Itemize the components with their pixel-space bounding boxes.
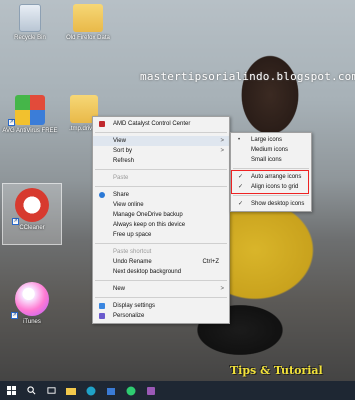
menu-item-manage-onedrive[interactable]: Manage OneDrive backup [93, 210, 229, 220]
submenu-item-medium-icons[interactable]: Medium icons [231, 145, 311, 155]
taskbar-whatsapp[interactable] [123, 381, 139, 400]
menu-item-new[interactable]: New > [93, 284, 229, 294]
menu-item-label: Small icons [251, 157, 282, 163]
ccleaner-icon [15, 188, 49, 222]
display-icon [99, 303, 105, 309]
menu-item-label: New [113, 286, 126, 292]
file-explorer-icon [66, 387, 76, 395]
recycle-bin-icon [19, 4, 41, 32]
tips-tutorial-logo: Tips & Tutorial [230, 364, 323, 377]
menu-separator [95, 186, 227, 187]
menu-item-share[interactable]: Share [93, 190, 229, 200]
menu-item-label: Paste [113, 175, 129, 181]
store-icon [107, 387, 115, 395]
menu-item-label: Undo Rename [113, 259, 152, 265]
desktop-icon-itunes[interactable]: ↗ iTunes [2, 282, 62, 325]
menu-item-sort-by[interactable]: Sort by > [93, 146, 229, 156]
edge-icon [86, 386, 96, 395]
menu-item-label: View online [113, 202, 144, 208]
taskbar-store[interactable] [103, 381, 119, 400]
watermark-text: mastertipsorialindo.blogspot.com [140, 70, 355, 83]
menu-item-label: Show desktop icons [251, 201, 305, 207]
menu-item-label: Always keep on this device [113, 222, 186, 228]
menu-separator [95, 280, 227, 281]
menu-item-view[interactable]: View > [93, 136, 229, 146]
menu-separator [233, 195, 309, 196]
menu-item-label: Personalize [113, 313, 145, 319]
taskbar-edge[interactable] [83, 381, 99, 400]
menu-item-label: Manage OneDrive backup [113, 212, 183, 218]
windows-icon [6, 386, 16, 395]
menu-item-undo-rename[interactable]: Undo Rename Ctrl+Z [93, 257, 229, 267]
submenu-item-large-icons[interactable]: • Large icons [231, 135, 311, 145]
task-view-button[interactable] [43, 381, 59, 400]
menu-item-label: Sort by [113, 148, 133, 154]
search-button[interactable] [23, 381, 39, 400]
menu-separator [95, 169, 227, 170]
folder-icon [73, 4, 103, 32]
menu-item-paste[interactable]: Paste [93, 173, 229, 183]
desktop-icon-label: Old Firefox Data [66, 35, 110, 41]
menu-separator [95, 297, 227, 298]
amd-icon [99, 121, 105, 127]
personalize-icon [99, 313, 105, 319]
chevron-right-icon: > [220, 286, 224, 292]
itunes-icon [15, 282, 49, 316]
submenu-item-show-desktop-icons[interactable]: ✓ Show desktop icons [231, 199, 311, 209]
desktop-icon-label: AVG AntiVirus FREE [2, 128, 58, 134]
desktop-icon-label: Recycle Bin [14, 35, 46, 41]
desktop-icon-label: iTunes [23, 319, 41, 325]
share-icon [99, 192, 105, 198]
desktop-icon-old-firefox-data[interactable]: Old Firefox Data [58, 4, 118, 41]
menu-item-shortcut: Ctrl+Z [202, 259, 220, 265]
menu-item-free-up-space[interactable]: Free up space [93, 230, 229, 240]
menu-separator [233, 168, 309, 169]
menu-item-refresh[interactable]: Refresh [93, 156, 229, 166]
submenu-item-small-icons[interactable]: Small icons [231, 155, 311, 165]
menu-item-label: Free up space [113, 232, 152, 238]
taskbar-explorer[interactable] [63, 381, 79, 400]
app-icon [147, 386, 155, 395]
menu-item-next-background[interactable]: Next desktop background [93, 267, 229, 277]
menu-item-label: Share [113, 192, 130, 198]
menu-item-label: AMD Catalyst Control Center [113, 121, 191, 127]
task-view-icon [46, 387, 56, 394]
whatsapp-icon [126, 386, 136, 395]
avg-antivirus-icon [15, 95, 45, 125]
menu-item-label: Refresh [113, 158, 135, 164]
highlight-box [231, 170, 309, 194]
menu-item-display-settings[interactable]: Display settings [93, 301, 229, 311]
menu-separator [95, 132, 227, 133]
taskbar-app[interactable] [143, 381, 159, 400]
menu-separator [95, 243, 227, 244]
menu-item-label: Medium icons [251, 147, 289, 153]
menu-item-amd-catalyst[interactable]: AMD Catalyst Control Center [93, 119, 229, 129]
menu-item-label: Next desktop background [113, 269, 182, 275]
menu-item-label: Paste shortcut [113, 249, 152, 255]
radio-dot-icon: • [238, 137, 241, 143]
shortcut-arrow-icon: ↗ [12, 218, 19, 225]
menu-item-label: Large icons [251, 137, 283, 143]
menu-item-always-keep[interactable]: Always keep on this device [93, 220, 229, 230]
shortcut-arrow-icon: ↗ [11, 312, 18, 319]
menu-item-view-online[interactable]: View online [93, 200, 229, 210]
menu-item-personalize[interactable]: Personalize [93, 311, 229, 321]
menu-item-label: View [113, 138, 126, 144]
chevron-right-icon: > [220, 148, 224, 154]
menu-item-label: Display settings [113, 303, 156, 309]
checkmark-icon: ✓ [238, 201, 244, 207]
start-button[interactable] [3, 381, 19, 400]
desktop-icon-ccleaner[interactable]: ↗ CCleaner [2, 183, 62, 245]
desktop-icon-label: CCleaner [19, 225, 45, 231]
desktop-icon-avg[interactable]: ↗ AVG AntiVirus FREE [0, 95, 60, 134]
taskbar [0, 381, 355, 400]
desktop-context-menu: AMD Catalyst Control Center View > Sort … [92, 116, 230, 324]
menu-item-paste-shortcut[interactable]: Paste shortcut [93, 247, 229, 257]
search-icon [26, 386, 35, 395]
shortcut-arrow-icon: ↗ [8, 119, 15, 126]
desktop-icon-recycle-bin[interactable]: Recycle Bin [0, 4, 60, 41]
chevron-right-icon: > [220, 138, 224, 144]
